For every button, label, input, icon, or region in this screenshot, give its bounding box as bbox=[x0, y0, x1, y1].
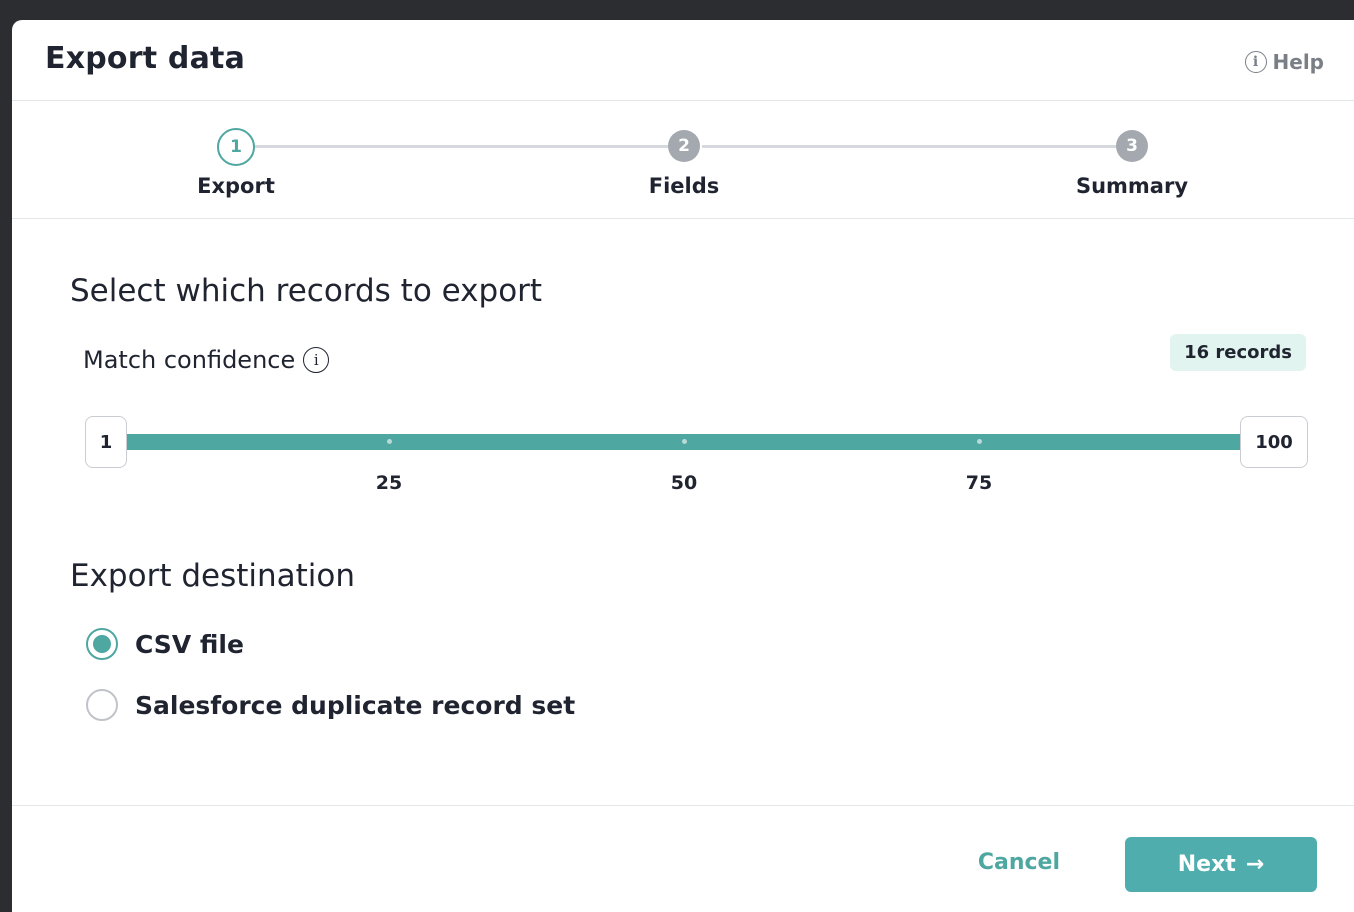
cancel-button[interactable]: Cancel bbox=[978, 850, 1060, 875]
step-2-indicator[interactable]: 2 bbox=[668, 130, 700, 162]
slider-tick-dot bbox=[682, 439, 687, 444]
info-icon: i bbox=[1244, 51, 1267, 73]
slider-max-handle[interactable]: 100 bbox=[1240, 416, 1308, 468]
help-link[interactable]: i Help bbox=[1244, 50, 1324, 74]
next-button[interactable]: Next → bbox=[1125, 837, 1317, 892]
modal-footer: Cancel Next → bbox=[12, 805, 1354, 912]
slider-min-handle[interactable]: 1 bbox=[85, 416, 127, 468]
step-number: 3 bbox=[1126, 136, 1138, 156]
export-modal: Export data i Help 1 Export 2 Fields 3 S… bbox=[12, 20, 1354, 912]
step-number: 2 bbox=[678, 136, 690, 156]
slider-tick-label: 75 bbox=[965, 472, 993, 494]
step-1-indicator[interactable]: 1 bbox=[217, 128, 255, 166]
radio-csv-file[interactable]: CSV file bbox=[86, 628, 244, 660]
slider-min-value: 1 bbox=[99, 431, 113, 453]
stepper: 1 Export 2 Fields 3 Summary bbox=[12, 101, 1354, 219]
radio-dot bbox=[93, 635, 111, 653]
step-number: 1 bbox=[230, 137, 242, 157]
step-3-label: Summary bbox=[1075, 174, 1189, 198]
radio-label: Salesforce duplicate record set bbox=[135, 690, 576, 720]
step-2-label: Fields bbox=[648, 174, 720, 198]
step-connector bbox=[702, 145, 1116, 148]
match-confidence-label: Match confidence i bbox=[83, 346, 330, 374]
slider-tick-dot bbox=[387, 439, 392, 444]
slider-tick-label: 25 bbox=[375, 472, 403, 494]
records-section-title: Select which records to export bbox=[70, 273, 543, 309]
help-label: Help bbox=[1272, 50, 1324, 74]
backdrop bbox=[0, 0, 12, 912]
modal-header: Export data i Help bbox=[12, 20, 1354, 101]
radio-label: CSV file bbox=[135, 629, 244, 659]
destination-section-title: Export destination bbox=[70, 558, 356, 594]
match-confidence-text: Match confidence bbox=[83, 346, 296, 374]
radio-button[interactable] bbox=[86, 689, 118, 721]
records-count-badge: 16 records bbox=[1170, 334, 1306, 371]
next-label: Next bbox=[1177, 852, 1236, 877]
step-connector bbox=[254, 145, 668, 148]
slider-tick-dot bbox=[977, 439, 982, 444]
slider-tick-label: 50 bbox=[670, 472, 698, 494]
arrow-right-icon: → bbox=[1245, 852, 1265, 877]
step-3-indicator[interactable]: 3 bbox=[1116, 130, 1148, 162]
step-1-label: Export bbox=[197, 174, 275, 198]
radio-button[interactable] bbox=[86, 628, 118, 660]
info-icon[interactable]: i bbox=[303, 347, 330, 373]
radio-salesforce-set[interactable]: Salesforce duplicate record set bbox=[86, 689, 575, 721]
slider-max-value: 100 bbox=[1255, 431, 1293, 453]
modal-title: Export data bbox=[45, 41, 246, 76]
